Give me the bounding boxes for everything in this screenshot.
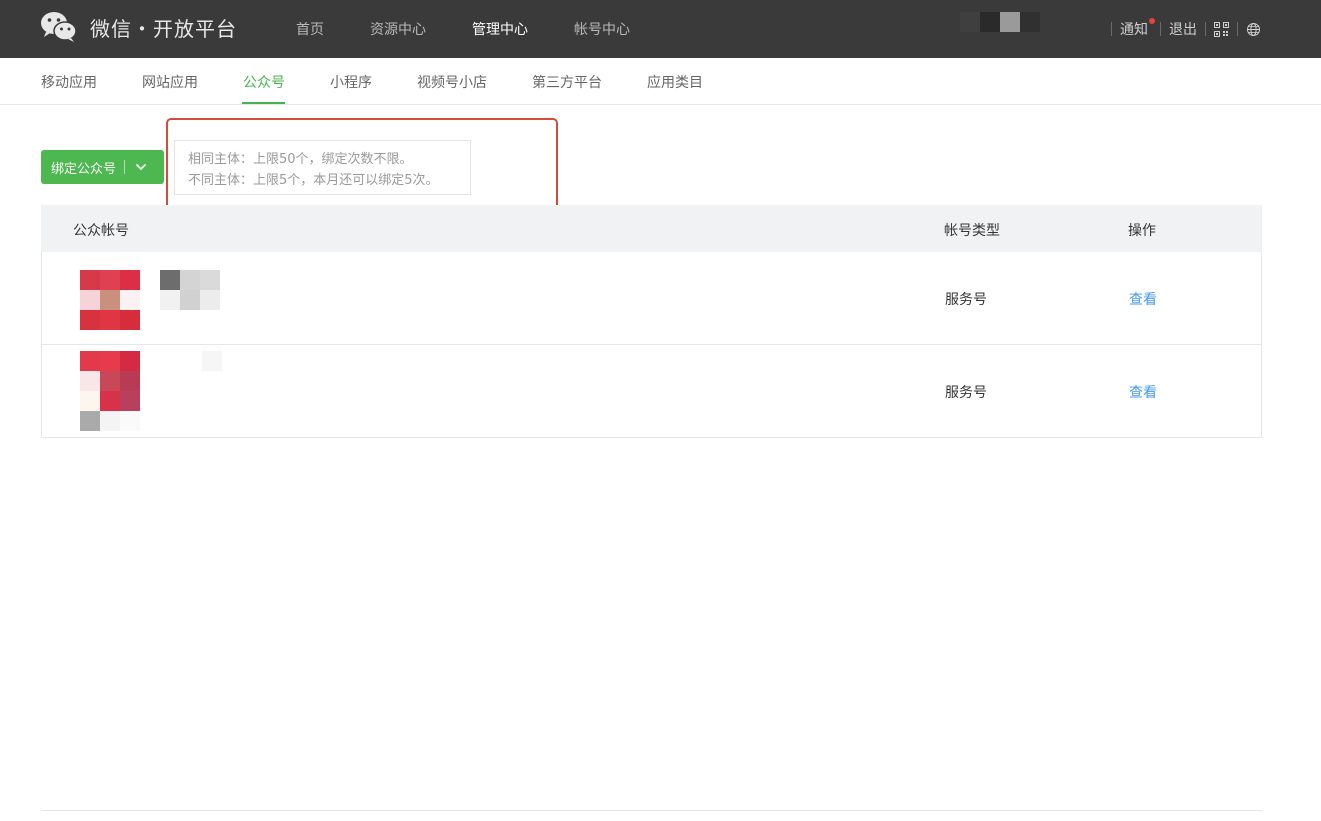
button-divider [124, 160, 126, 174]
separator [1237, 22, 1238, 36]
account-name [202, 351, 222, 371]
account-avatar [80, 270, 140, 330]
sub-nav: 移动应用 网站应用 公众号 小程序 视频号小店 第三方平台 应用类目 [0, 58, 1321, 105]
nav-home[interactable]: 首页 [296, 19, 324, 39]
logo[interactable]: 微信・开放平台 [40, 10, 237, 44]
table-row: 服务号 查看 [41, 252, 1262, 345]
separator [1160, 22, 1161, 36]
table-header: 公众帐号 帐号类型 操作 [41, 205, 1262, 252]
header-account: 公众帐号 [73, 223, 129, 239]
notice-link[interactable]: 通知 [1120, 18, 1155, 39]
view-link[interactable]: 查看 [1129, 382, 1157, 402]
separator [1205, 22, 1206, 36]
active-tab-indicator [242, 102, 285, 104]
account-type: 服务号 [945, 292, 987, 308]
tip-line-same-entity: 相同主体：上限50个，绑定次数不限。 [188, 152, 413, 167]
tab-channels-store[interactable]: 视频号小店 [417, 72, 487, 92]
footer-divider [41, 810, 1262, 811]
account-avatar [80, 351, 140, 431]
main-nav: 首页 资源中心 管理中心 帐号中心 [296, 0, 676, 58]
top-bar: 微信・开放平台 首页 资源中心 管理中心 帐号中心 通知 退出 [0, 0, 1321, 58]
bind-limit-tip: 相同主体：上限50个，绑定次数不限。 不同主体：上限5个，本月还可以绑定5次。 [174, 140, 471, 195]
tab-website-app[interactable]: 网站应用 [142, 72, 198, 92]
table-row: 服务号 查看 [41, 345, 1262, 438]
brand-title: 微信・开放平台 [90, 16, 237, 41]
tab-mini-program[interactable]: 小程序 [330, 72, 372, 92]
nav-account[interactable]: 帐号中心 [574, 19, 630, 39]
tab-app-category[interactable]: 应用类目 [647, 72, 703, 92]
top-right-links: 通知 退出 [1103, 0, 1261, 58]
tab-third-party-platform[interactable]: 第三方平台 [532, 72, 602, 92]
account-type: 服务号 [945, 385, 987, 401]
notice-badge-dot [1149, 18, 1155, 24]
logout-link[interactable]: 退出 [1169, 19, 1197, 39]
header-account-type: 帐号类型 [944, 223, 1000, 239]
chevron-down-icon[interactable] [135, 161, 147, 173]
account-name [160, 270, 220, 310]
header-action: 操作 [1128, 223, 1156, 239]
tab-official-account[interactable]: 公众号 [243, 72, 285, 92]
bind-button-label: 绑定公众号 [51, 161, 117, 177]
tab-mobile-app[interactable]: 移动应用 [41, 72, 97, 92]
qr-code-icon[interactable] [1214, 21, 1229, 37]
user-name-mosaic [960, 12, 1040, 32]
accounts-table: 公众帐号 帐号类型 操作 服务号 查看 服务号 查看 [41, 205, 1262, 438]
nav-resources[interactable]: 资源中心 [370, 19, 426, 39]
bind-official-account-button[interactable]: 绑定公众号 [41, 150, 164, 184]
globe-icon[interactable] [1246, 22, 1261, 37]
tip-line-different-entity: 不同主体：上限5个，本月还可以绑定5次。 [188, 173, 439, 188]
view-link[interactable]: 查看 [1129, 289, 1157, 309]
separator [1111, 22, 1112, 36]
notice-label: 通知 [1120, 22, 1148, 38]
wechat-logo-icon [41, 12, 77, 42]
nav-management[interactable]: 管理中心 [472, 19, 528, 39]
